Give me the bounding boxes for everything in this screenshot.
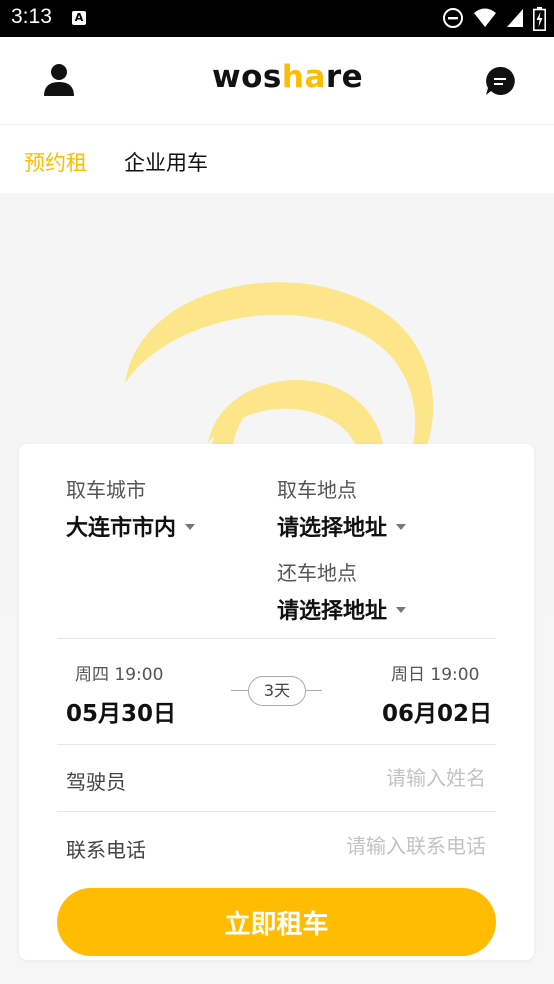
- return-location-label: 还车地点: [277, 561, 357, 585]
- pickup-city-label: 取车城市: [66, 478, 146, 502]
- user-icon: [44, 64, 74, 96]
- wifi-icon: [473, 8, 496, 27]
- signal-icon: [506, 9, 523, 27]
- end-weekday-time: 周日 19:00: [391, 665, 480, 685]
- notification-app-icon: A: [72, 11, 86, 25]
- driver-label: 驾驶员: [66, 770, 126, 794]
- phone-label: 联系电话: [66, 838, 146, 862]
- status-icons: [438, 7, 546, 31]
- return-location-selector[interactable]: 请选择地址: [277, 593, 407, 625]
- duration-line-right: [305, 690, 322, 691]
- message-icon: [486, 66, 515, 95]
- caret-down-icon: [396, 607, 407, 613]
- end-date: 06月02日: [382, 701, 493, 727]
- caret-down-icon: [396, 524, 407, 530]
- do-not-disturb-icon: [442, 8, 463, 28]
- duration-line-left: [231, 690, 248, 691]
- divider: [57, 811, 496, 812]
- return-location-value: 请选择地址: [277, 599, 388, 624]
- status-bar: 3:13 A: [0, 0, 554, 37]
- tab-reserve-rent[interactable]: 预约租: [24, 147, 87, 177]
- start-weekday-time: 周四 19:00: [75, 665, 164, 685]
- phone-input[interactable]: [246, 834, 486, 858]
- divider: [57, 638, 496, 639]
- pickup-location-value: 请选择地址: [277, 516, 388, 541]
- pickup-location-label: 取车地点: [277, 478, 357, 502]
- pickup-location-selector[interactable]: 请选择地址: [277, 510, 407, 542]
- pickup-city-value: 大连市市内: [66, 516, 177, 541]
- duration-badge: 3天: [248, 676, 306, 706]
- app-bar: woshare: [0, 37, 554, 125]
- start-date: 05月30日: [66, 701, 177, 727]
- battery-charging-icon: [533, 7, 546, 31]
- rent-now-button[interactable]: 立即租车: [57, 888, 496, 956]
- message-button[interactable]: [484, 65, 516, 97]
- pickup-city-selector[interactable]: 大连市市内: [66, 510, 196, 542]
- tab-enterprise-car[interactable]: 企业用车: [124, 147, 208, 177]
- driver-name-input[interactable]: [246, 766, 486, 790]
- divider: [57, 744, 496, 745]
- caret-down-icon: [185, 524, 196, 530]
- status-time: 3:13: [11, 5, 52, 28]
- rental-tabs: 预约租 企业用车: [0, 125, 554, 193]
- profile-button[interactable]: [40, 61, 78, 99]
- booking-card: 取车城市 大连市市内 取车地点 请选择地址 还车地点 请选择地址 周四 19:0…: [19, 444, 534, 960]
- woshare-logo: woshare: [212, 59, 364, 95]
